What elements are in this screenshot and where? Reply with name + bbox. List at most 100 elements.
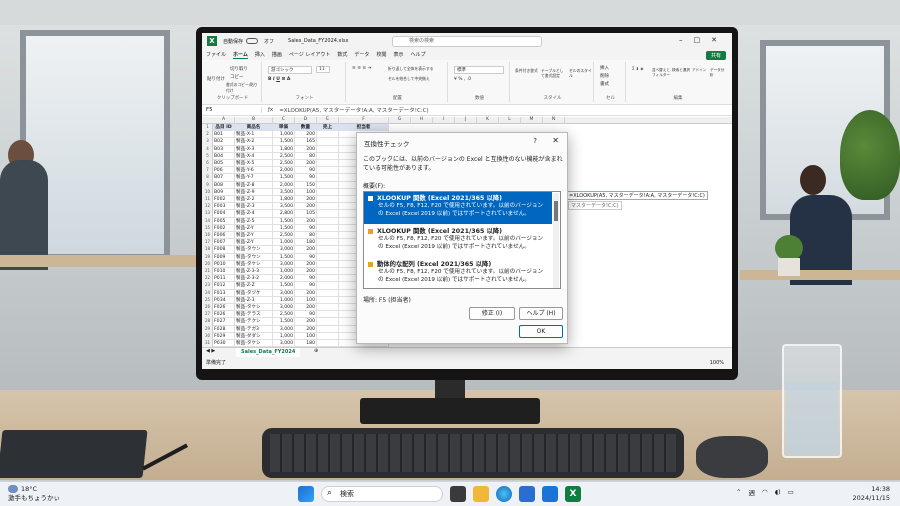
table-cell-empty[interactable] <box>317 145 339 153</box>
format-painter-button[interactable]: 書式のコピー/貼り付け <box>226 82 261 94</box>
table-cell[interactable]: F013 <box>213 289 235 297</box>
table-cell[interactable]: 3,000 <box>273 260 295 268</box>
table-cell-empty[interactable] <box>317 232 339 240</box>
table-cell[interactable]: F003 <box>213 203 235 211</box>
table-cell-empty[interactable] <box>317 167 339 175</box>
table-cell-empty[interactable] <box>317 268 339 276</box>
table-cell[interactable]: 1,000 <box>273 131 295 139</box>
table-cell[interactable]: 製品-Z-Z <box>235 282 273 290</box>
row-number[interactable]: 21 <box>202 268 213 275</box>
table-cell-empty[interactable] <box>317 181 339 189</box>
table-cell-empty[interactable] <box>317 131 339 139</box>
add-sheet-icon[interactable]: ⊕ <box>314 348 318 354</box>
formula-input[interactable]: =XLOOKUP(A5, マスターデータ!A:A, マスターデータ!C:C) <box>273 106 428 114</box>
table-cell[interactable]: 製品-Z-3 <box>235 296 273 304</box>
table-cell[interactable]: 2,000 <box>273 181 295 189</box>
delete-button[interactable]: 削除 <box>600 73 609 79</box>
tab-insert[interactable]: 挿入 <box>255 51 265 58</box>
table-cell-empty[interactable] <box>317 296 339 304</box>
table-cell[interactable]: 製品-タウン <box>235 246 273 254</box>
table-cell[interactable]: 90 <box>295 224 317 232</box>
copy-button[interactable]: コピー <box>230 74 244 80</box>
table-cell[interactable]: 200 <box>295 289 317 297</box>
table-cell[interactable]: F027 <box>213 318 235 326</box>
table-cell[interactable]: 200 <box>295 304 317 312</box>
table-cell-empty[interactable] <box>317 318 339 326</box>
table-cell[interactable]: 1,800 <box>273 196 295 204</box>
table-cell-empty[interactable] <box>317 160 339 168</box>
zoom-level[interactable]: 100% <box>710 357 724 369</box>
table-cell[interactable]: 製品-Z-3 <box>235 203 273 211</box>
list-scrollbar[interactable] <box>553 193 559 288</box>
row-number[interactable]: 11 <box>202 196 213 203</box>
row-number[interactable]: 16 <box>202 232 213 239</box>
issue-list[interactable]: XLOOKUP 関数 (Excel 2021/365 以降) セルの F5, F… <box>363 191 561 289</box>
share-button[interactable]: 共有 <box>705 51 726 60</box>
table-cell[interactable]: F006 <box>213 232 235 240</box>
merge-center-button[interactable]: セルを結合して中央揃え <box>388 76 430 82</box>
column-header-a[interactable]: A <box>213 117 235 124</box>
row-number[interactable]: 1 <box>202 124 213 131</box>
taskbar-search[interactable]: 検索 <box>321 486 443 502</box>
table-cell[interactable]: 製品-X-2 <box>235 138 273 146</box>
table-cell[interactable]: 80 <box>295 232 317 240</box>
table-cell[interactable]: 90 <box>295 167 317 175</box>
sheet-nav-icons[interactable]: ◀ ▶ <box>206 348 215 354</box>
column-header-l[interactable]: L <box>499 117 521 124</box>
table-cell[interactable]: 製品-Y-6 <box>235 167 273 175</box>
row-number[interactable]: 28 <box>202 318 213 325</box>
table-cell[interactable]: 90 <box>295 282 317 290</box>
table-cell[interactable]: F012 <box>213 282 235 290</box>
row-number[interactable]: 7 <box>202 167 213 174</box>
file-explorer-icon[interactable] <box>473 486 489 502</box>
tab-page-layout[interactable]: ページ レイアウト <box>289 51 331 58</box>
row-number[interactable]: 27 <box>202 311 213 318</box>
edge-icon[interactable] <box>496 486 512 502</box>
table-cell-empty[interactable] <box>317 275 339 283</box>
ok-button[interactable]: OK <box>519 325 563 338</box>
table-cell-empty[interactable] <box>317 188 339 196</box>
tab-help[interactable]: ヘルプ <box>410 51 425 58</box>
insert-button[interactable]: 挿入 <box>600 65 609 71</box>
table-cell[interactable]: B01 <box>213 131 235 139</box>
table-header-cell[interactable]: 数量 <box>295 124 317 132</box>
search-box[interactable]: 検索の検索 <box>392 36 542 47</box>
issue-item[interactable]: XLOOKUP 関数 (Excel 2021/365 以降) セルの F5, F… <box>364 225 552 257</box>
table-cell-empty[interactable] <box>317 152 339 160</box>
row-number[interactable]: 29 <box>202 326 213 333</box>
table-cell[interactable]: F010 <box>213 268 235 276</box>
table-cell[interactable]: 製品-Y-7 <box>235 174 273 182</box>
tab-home[interactable]: ホーム <box>233 51 248 59</box>
table-header-cell[interactable]: 品目 ID <box>213 124 235 132</box>
table-cell[interactable]: F029 <box>213 332 235 340</box>
windows-start-icon[interactable] <box>298 486 314 502</box>
find-select-button[interactable]: 検索と選択 <box>672 68 690 73</box>
autosave-toggle[interactable] <box>246 38 259 44</box>
table-cell[interactable]: 200 <box>295 246 317 254</box>
row-number[interactable]: 12 <box>202 203 213 210</box>
table-cell[interactable]: 製品-Z-Y <box>235 232 273 240</box>
row-number[interactable]: 18 <box>202 246 213 253</box>
table-cell[interactable]: 3,000 <box>273 246 295 254</box>
table-cell-empty[interactable] <box>317 304 339 312</box>
table-cell[interactable]: 1,500 <box>273 174 295 182</box>
tab-data[interactable]: データ <box>354 51 369 58</box>
table-cell[interactable]: 200 <box>295 203 317 211</box>
table-cell-empty[interactable] <box>317 260 339 268</box>
battery-icon[interactable]: ▭ <box>788 488 794 496</box>
wrap-text-button[interactable]: 折り返して全体を表示する <box>388 66 433 72</box>
table-cell-empty[interactable] <box>317 138 339 146</box>
table-cell[interactable]: B07 <box>213 174 235 182</box>
table-cell[interactable]: 製品-テガ3 <box>235 325 273 333</box>
table-cell-empty[interactable] <box>317 224 339 232</box>
table-cell[interactable]: 1,500 <box>273 282 295 290</box>
table-cell[interactable]: F028 <box>213 325 235 333</box>
table-cell[interactable]: 100 <box>295 332 317 340</box>
task-view-icon[interactable] <box>450 486 466 502</box>
table-cell[interactable]: 200 <box>295 196 317 204</box>
number-format-select[interactable]: 標準 <box>454 66 504 74</box>
table-cell[interactable]: B04 <box>213 152 235 160</box>
table-cell[interactable]: 製品-テラス <box>235 311 273 319</box>
row-number[interactable]: 13 <box>202 210 213 217</box>
table-cell[interactable]: 200 <box>295 325 317 333</box>
